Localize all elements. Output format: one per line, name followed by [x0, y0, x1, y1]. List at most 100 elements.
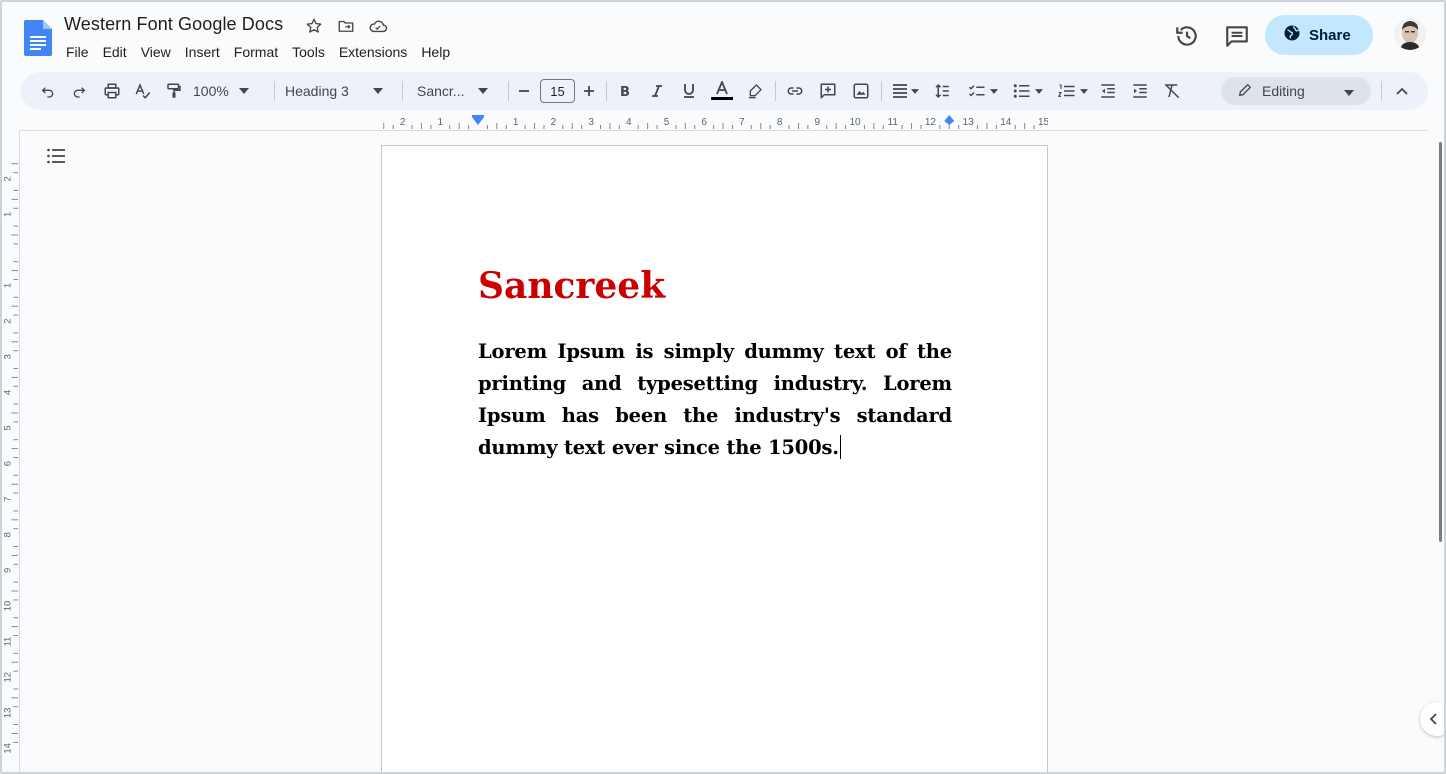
- bold-icon[interactable]: B: [614, 72, 636, 110]
- ruler-label: 4: [3, 390, 14, 395]
- ruler-label: 11: [888, 117, 899, 128]
- highlight-icon[interactable]: [744, 72, 766, 110]
- share-button[interactable]: Share: [1265, 15, 1373, 55]
- line-spacing-icon[interactable]: [931, 72, 953, 110]
- vertical-scrollbar[interactable]: [1439, 142, 1442, 542]
- ruler-label: 2: [551, 117, 557, 128]
- ruler-label: 1: [513, 117, 519, 128]
- text-cursor: [839, 435, 842, 459]
- ruler-label: 2: [2, 176, 13, 181]
- print-icon[interactable]: [101, 72, 123, 110]
- ruler-label: 2: [3, 319, 14, 324]
- app-header: Western Font Google Docs File Edit View …: [2, 2, 1444, 68]
- left-indent-marker: [472, 117, 484, 125]
- menu-extensions[interactable]: Extensions: [333, 42, 415, 62]
- svg-text:B: B: [620, 85, 630, 98]
- ruler-label: 12: [925, 117, 937, 128]
- ruler-label: 2: [400, 117, 406, 128]
- increase-font-size-button[interactable]: [579, 72, 599, 110]
- checklist-select[interactable]: [963, 72, 1003, 110]
- increase-indent-icon[interactable]: [1129, 72, 1151, 110]
- insert-link-icon[interactable]: [784, 72, 806, 110]
- hide-menus-chevron-up-icon[interactable]: [1391, 72, 1413, 110]
- paragraph-style-select[interactable]: Heading 3: [285, 72, 391, 110]
- document-heading[interactable]: Sancreek: [478, 264, 665, 308]
- redo-icon[interactable]: [68, 72, 90, 110]
- side-panel-toggle[interactable]: [1420, 702, 1444, 736]
- insert-image-icon[interactable]: [850, 72, 872, 110]
- ruler-label: 12: [3, 672, 14, 683]
- undo-icon[interactable]: [37, 72, 59, 110]
- ruler-label: 7: [3, 497, 14, 502]
- ruler-label: 3: [588, 117, 594, 128]
- font-size-input[interactable]: 15: [540, 79, 575, 103]
- ruler-label: 15: [1038, 117, 1048, 128]
- align-select[interactable]: [887, 72, 923, 110]
- chevron-down-icon: [1343, 83, 1354, 99]
- first-line-indent-marker: [472, 115, 484, 117]
- vertical-ruler[interactable]: 211234567891011121314: [2, 130, 20, 774]
- document-title[interactable]: Western Font Google Docs: [64, 14, 283, 35]
- ruler-label: 5: [3, 425, 14, 430]
- menu-bar: File Edit View Insert Format Tools Exten…: [60, 42, 458, 62]
- ruler-label: 9: [3, 568, 14, 573]
- menu-view[interactable]: View: [135, 42, 179, 62]
- ruler-label: 8: [3, 532, 14, 537]
- ruler-label: 6: [3, 461, 14, 466]
- ruler-label: 13: [963, 117, 975, 128]
- document-paragraph[interactable]: Lorem Ipsum is simply dummy text of the …: [478, 336, 952, 464]
- ruler-label: 1: [2, 212, 13, 217]
- horizontal-ruler[interactable]: 2 1 1 2 3 4 5 6 7 8 9 10 11 12 13 14 15: [382, 112, 1048, 130]
- globe-icon: [1283, 24, 1301, 46]
- ruler-label: 14: [3, 743, 14, 754]
- menu-tools[interactable]: Tools: [286, 42, 333, 62]
- ruler-label: 7: [739, 117, 745, 128]
- decrease-indent-icon[interactable]: [1097, 72, 1119, 110]
- ruler-label: 13: [3, 708, 14, 719]
- menu-help[interactable]: Help: [415, 42, 458, 62]
- zoom-select[interactable]: 100%: [193, 72, 265, 110]
- toolbar: 100% Heading 3 Sancr... 15 B Editing: [21, 72, 1428, 110]
- star-icon[interactable]: [304, 16, 324, 36]
- ruler-label: 4: [626, 117, 632, 128]
- menu-file[interactable]: File: [60, 42, 97, 62]
- decrease-font-size-button[interactable]: [515, 72, 533, 110]
- chevron-down-icon: [372, 88, 383, 94]
- clear-formatting-icon[interactable]: [1161, 72, 1183, 110]
- spellcheck-icon[interactable]: [132, 72, 154, 110]
- paint-format-icon[interactable]: [163, 72, 185, 110]
- share-label: Share: [1309, 26, 1351, 44]
- docs-logo-icon[interactable]: [24, 20, 52, 56]
- move-to-folder-icon[interactable]: [336, 16, 356, 36]
- text-color-icon[interactable]: [710, 72, 734, 110]
- document-outline-icon[interactable]: [46, 146, 66, 166]
- editing-mode-label: Editing: [1262, 83, 1305, 99]
- ruler-label: 5: [664, 117, 670, 128]
- ruler-label: 8: [777, 117, 783, 128]
- menu-edit[interactable]: Edit: [97, 42, 135, 62]
- chevron-down-icon: [238, 88, 249, 94]
- right-indent-marker: [944, 115, 955, 125]
- comments-icon[interactable]: [1224, 23, 1250, 49]
- menu-format[interactable]: Format: [228, 42, 286, 62]
- zoom-value: 100%: [193, 83, 229, 99]
- editing-mode-select[interactable]: Editing: [1221, 77, 1371, 105]
- ruler-label: 6: [701, 117, 707, 128]
- ruler-label: 14: [1000, 117, 1012, 128]
- version-history-icon[interactable]: [1174, 23, 1200, 49]
- bulleted-list-select[interactable]: [1008, 72, 1048, 110]
- ruler-label: 9: [815, 117, 821, 128]
- user-avatar[interactable]: [1394, 18, 1426, 50]
- underline-icon[interactable]: [678, 72, 700, 110]
- ruler-label: 3: [2, 354, 13, 359]
- document-page[interactable]: Sancreek Lorem Ipsum is simply dummy tex…: [381, 145, 1048, 772]
- ruler-divider: [20, 130, 1428, 131]
- italic-icon[interactable]: [646, 72, 668, 110]
- ruler-label: 1: [3, 283, 14, 288]
- font-family-select[interactable]: Sancr...: [417, 72, 495, 110]
- numbered-list-select[interactable]: [1053, 72, 1093, 110]
- add-comment-icon[interactable]: [817, 72, 839, 110]
- cloud-saved-icon[interactable]: [368, 16, 388, 36]
- menu-insert[interactable]: Insert: [179, 42, 228, 62]
- ruler-label: 11: [3, 637, 14, 647]
